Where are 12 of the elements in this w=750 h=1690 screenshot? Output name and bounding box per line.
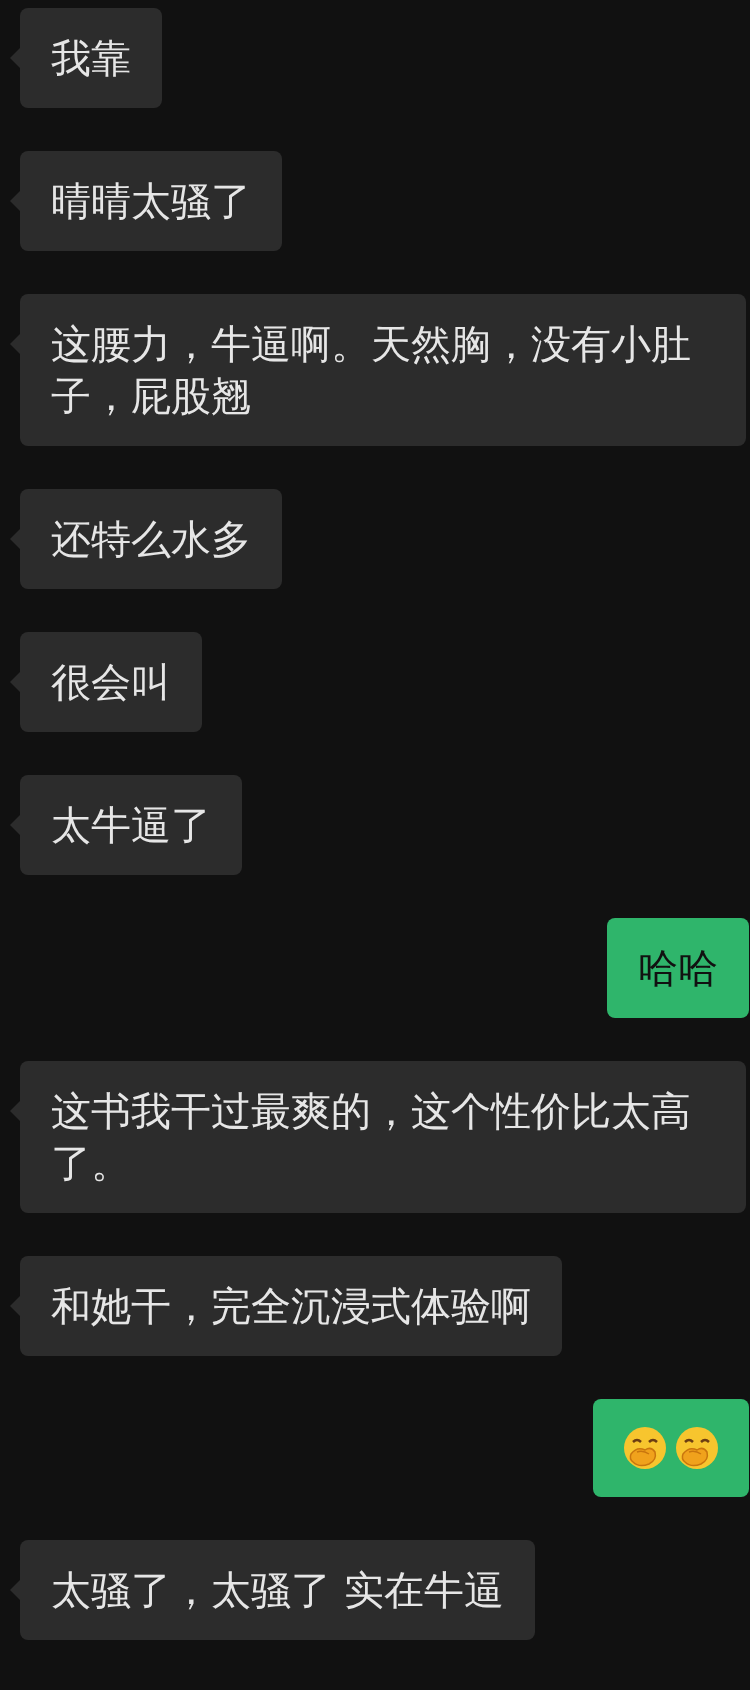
message-bubble: 太牛逼了 [20,775,242,875]
message-bubble: 晴晴太骚了 [20,151,282,251]
face-emoji-icon [673,1424,721,1472]
message-bubble: 哈哈 [607,918,749,1018]
message-bubble: 这腰力，牛逼啊。天然胸，没有小肚子，屁股翘 [20,294,746,446]
message-bubble: 我靠 [20,8,162,108]
message-bubble: 这书我干过最爽的，这个性价比太高了。 [20,1061,746,1213]
face-emoji-icon [621,1424,669,1472]
message-bubble: 太骚了，太骚了 实在牛逼 [20,1540,535,1640]
message-bubble: 和她干，完全沉浸式体验啊 [20,1256,562,1356]
message-bubble: 很会叫 [20,632,202,732]
message-bubble: 还特么水多 [20,489,282,589]
